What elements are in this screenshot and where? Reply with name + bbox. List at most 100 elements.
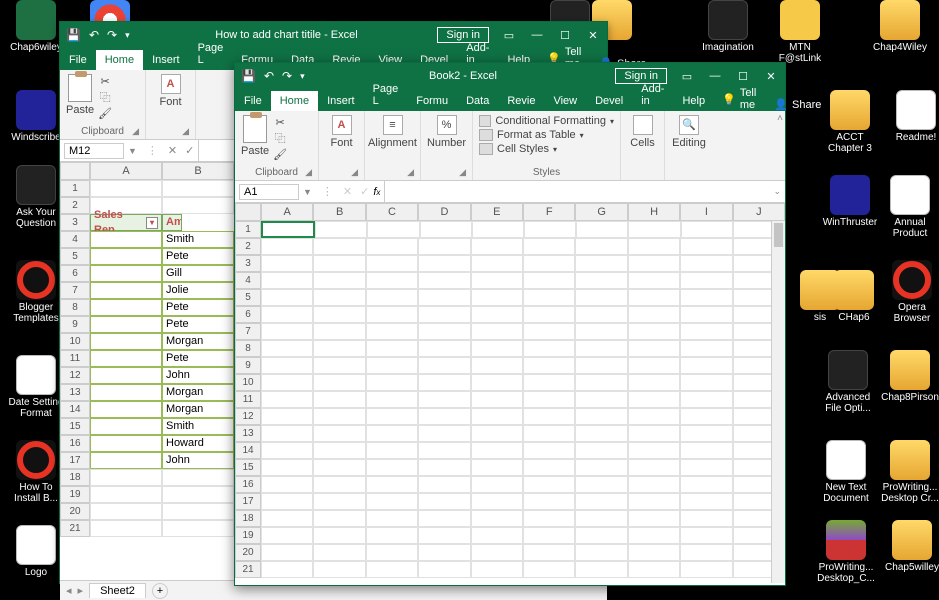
cell[interactable] (523, 408, 575, 425)
tab-add-in[interactable]: Add-in (632, 79, 673, 111)
tab-insert[interactable]: Insert (318, 91, 364, 111)
cell[interactable] (471, 306, 523, 323)
cell[interactable] (471, 476, 523, 493)
desktop-icon[interactable]: Advanced File Opti... (818, 350, 878, 414)
cell[interactable] (90, 401, 162, 418)
cell[interactable] (418, 374, 470, 391)
tab-formu[interactable]: Formu (407, 91, 457, 111)
redo-icon[interactable]: ↷ (282, 69, 292, 83)
desktop-icon[interactable]: Chap8Pirson (880, 350, 939, 403)
cell[interactable] (90, 299, 162, 316)
desktop-icon[interactable]: Windscribe (6, 90, 66, 143)
cell[interactable] (313, 374, 365, 391)
cell[interactable] (418, 459, 470, 476)
cell[interactable] (523, 289, 575, 306)
cell[interactable] (680, 238, 732, 255)
tab-data[interactable]: Data (457, 91, 498, 111)
cell[interactable] (523, 255, 575, 272)
cell[interactable] (313, 425, 365, 442)
cell[interactable]: Pete (162, 248, 234, 265)
row-header[interactable]: 18 (235, 510, 261, 527)
dialog-launcher-icon[interactable]: ◢ (459, 167, 466, 178)
cell[interactable] (471, 272, 523, 289)
sheet-tab[interactable]: Sheet2 (89, 583, 146, 598)
cell[interactable] (471, 323, 523, 340)
cell[interactable] (418, 255, 470, 272)
cells-icon[interactable] (633, 115, 653, 135)
table-row[interactable]: 19 (235, 527, 785, 544)
cell[interactable] (575, 476, 627, 493)
cell[interactable] (680, 527, 732, 544)
column-header[interactable]: C (366, 203, 418, 221)
cell[interactable] (261, 408, 313, 425)
ribbon-options-icon[interactable]: ▭ (495, 29, 523, 42)
cell[interactable] (313, 476, 365, 493)
format-painter-icon[interactable]: 🖌 (273, 147, 287, 161)
cell[interactable] (628, 408, 680, 425)
table-row[interactable]: 5 (235, 289, 785, 306)
desktop-icon[interactable]: Chap4Wiley (870, 0, 930, 53)
row-header[interactable]: 13 (235, 425, 261, 442)
sheet-nav-next-icon[interactable]: ▸ (78, 584, 84, 597)
cell[interactable] (523, 340, 575, 357)
cell[interactable] (680, 459, 732, 476)
row-header[interactable]: 7 (235, 323, 261, 340)
select-all-corner[interactable] (60, 162, 90, 180)
cell[interactable]: John (162, 367, 234, 384)
cell[interactable] (366, 425, 418, 442)
row-header[interactable]: 19 (60, 486, 90, 503)
cell[interactable] (90, 384, 162, 401)
cell[interactable] (680, 493, 732, 510)
table-row[interactable]: 3 (235, 255, 785, 272)
cell[interactable]: Gill (162, 265, 234, 282)
cell[interactable] (628, 238, 680, 255)
cell[interactable] (418, 544, 470, 561)
tab-insert[interactable]: Insert (143, 50, 189, 70)
save-icon[interactable]: 💾 (66, 28, 81, 42)
cell[interactable] (162, 469, 234, 486)
cell[interactable] (680, 374, 732, 391)
cell[interactable] (315, 221, 367, 238)
dialog-launcher-icon[interactable]: ◢ (132, 126, 139, 137)
cell[interactable] (261, 306, 313, 323)
cell[interactable] (471, 408, 523, 425)
cell[interactable] (523, 425, 575, 442)
cell[interactable] (471, 493, 523, 510)
cell[interactable] (313, 306, 365, 323)
row-header[interactable]: 21 (60, 520, 90, 537)
cell[interactable] (575, 306, 627, 323)
copy-icon[interactable]: ⿻ (98, 90, 112, 104)
vertical-scrollbar[interactable] (771, 221, 785, 583)
cell[interactable] (575, 272, 627, 289)
sheet-nav-prev-icon[interactable]: ◂ (66, 584, 72, 597)
cell[interactable]: Morgan (162, 384, 234, 401)
cell[interactable] (90, 520, 162, 537)
cell[interactable] (418, 238, 470, 255)
tab-home[interactable]: Home (271, 91, 318, 111)
cell[interactable] (575, 544, 627, 561)
cell[interactable] (366, 544, 418, 561)
tab-file[interactable]: File (60, 50, 96, 70)
cell[interactable] (471, 442, 523, 459)
cell[interactable] (628, 459, 680, 476)
cell[interactable] (366, 238, 418, 255)
cell[interactable] (575, 323, 627, 340)
cell[interactable] (418, 493, 470, 510)
row-header[interactable]: 15 (60, 418, 90, 435)
cell[interactable] (261, 493, 313, 510)
column-header[interactable]: G (575, 203, 627, 221)
cell[interactable] (628, 340, 680, 357)
cell[interactable] (418, 425, 470, 442)
cell[interactable]: Jolie (162, 282, 234, 299)
row-header[interactable]: 5 (60, 248, 90, 265)
cell[interactable] (90, 486, 162, 503)
cell[interactable] (680, 340, 732, 357)
cell[interactable] (575, 561, 627, 578)
cell[interactable] (523, 272, 575, 289)
row-header[interactable]: 20 (60, 503, 90, 520)
cell[interactable] (575, 510, 627, 527)
row-header[interactable]: 6 (235, 306, 261, 323)
format-painter-icon[interactable]: 🖌 (98, 106, 112, 120)
table-header-cell[interactable]: Sales Rep▾ (90, 214, 162, 231)
cell[interactable] (418, 289, 470, 306)
